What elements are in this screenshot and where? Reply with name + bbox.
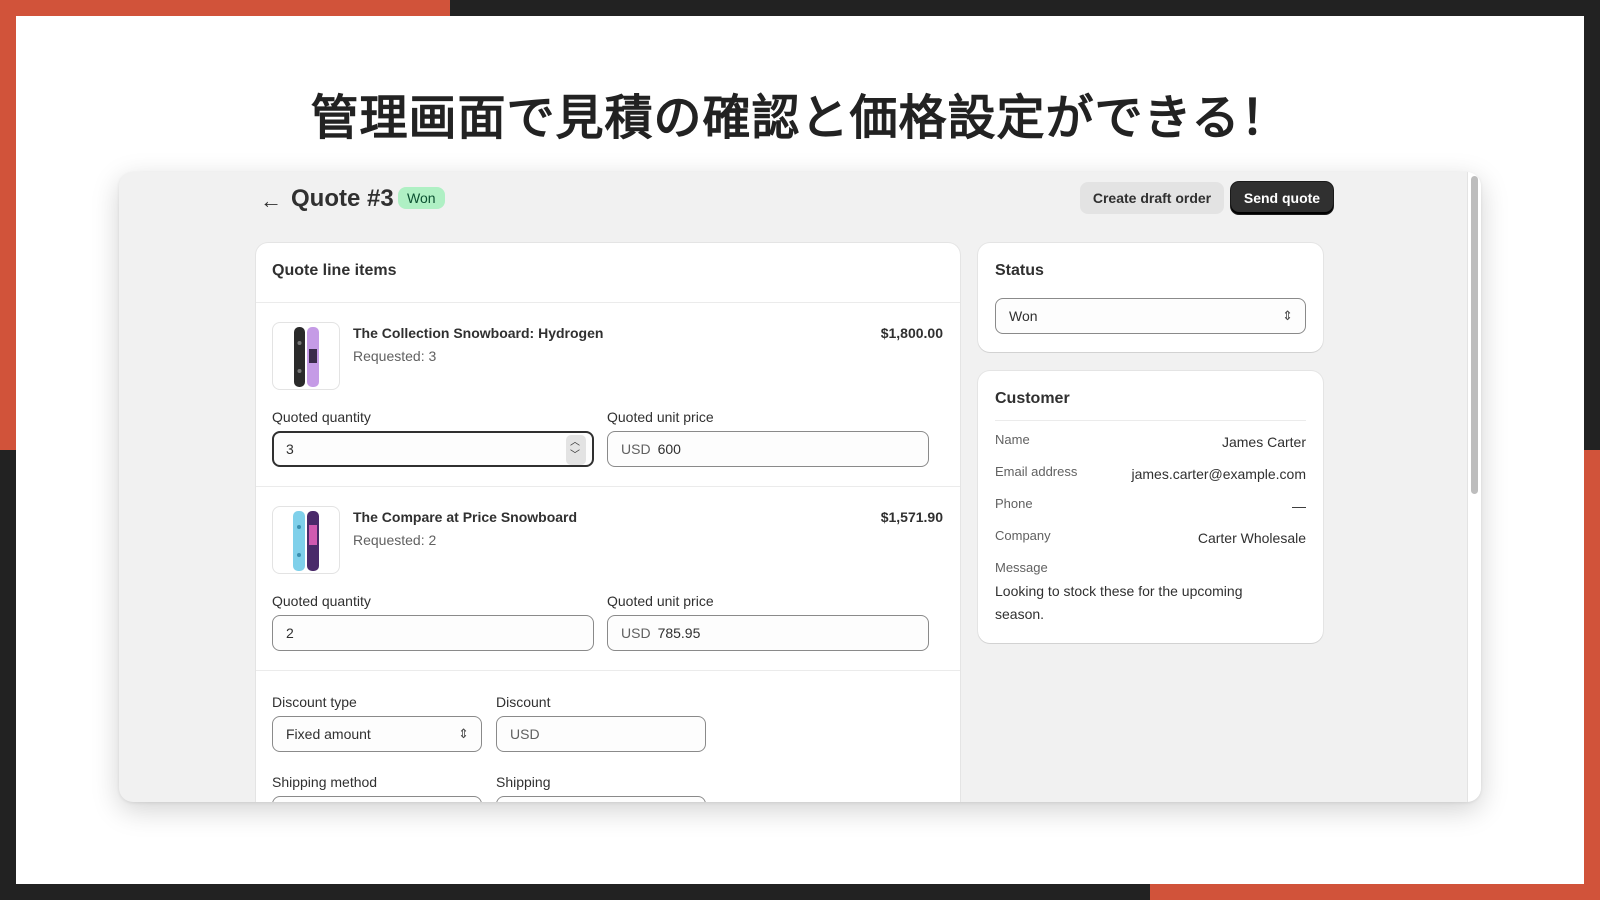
product-thumbnail[interactable] [272,322,340,390]
shipping-method-label: Shipping method [272,774,378,790]
shipping-label: Shipping [496,774,551,790]
divider [256,486,960,487]
line-total: $1,571.90 [880,509,943,525]
customer-email[interactable]: james.carter@example.com [1132,466,1307,482]
discount-input[interactable]: USD [496,716,706,752]
quoted-unit-price-input[interactable]: USD 785.95 [607,615,929,651]
quoted-quantity-input[interactable]: 3 ︿ ﹀ [272,431,594,467]
customer-email-label: Email address [995,464,1078,479]
status-badge: Won [398,187,445,209]
customer-message-label: Message [995,560,1048,575]
quoted-quantity-label: Quoted quantity [272,593,371,609]
quoted-unit-price-input[interactable]: USD 600 [607,431,929,467]
status-select-value: Won [1009,308,1038,324]
quoted-unit-price-label: Quoted unit price [607,593,714,609]
chevron-down-icon[interactable]: ﹀ [570,451,580,461]
scrollbar[interactable] [1467,172,1481,802]
customer-card: Customer Name James Carter Email address… [978,371,1323,643]
quoted-unit-price-label: Quoted unit price [607,409,714,425]
card-title: Status [995,262,1044,279]
slide-canvas: 管理画面で見積の確認と価格設定ができる！ ← Quote #3 Won Crea… [16,16,1584,884]
slide-headline: 管理画面で見積の確認と価格設定ができる！ [310,90,1290,146]
unit-price-value: 600 [657,441,681,457]
quantity-value: 2 [286,625,294,641]
divider [256,670,960,671]
product-name: The Compare at Price Snowboard [353,509,578,525]
currency-prefix: USD [621,625,651,641]
customer-phone-label: Phone [995,496,1033,511]
discount-placeholder: USD [510,726,540,742]
customer-message: Looking to stock these for the upcoming … [995,583,1243,622]
customer-company: Carter Wholesale [1197,530,1306,546]
discount-type-label: Discount type [272,694,357,710]
send-quote-button[interactable]: Send quote [1231,182,1333,214]
customer-name-label: Name [995,432,1030,447]
product-requested: Requested: 3 [353,348,437,364]
card-title: Quote line items [272,262,397,279]
customer-phone: — [1292,498,1306,514]
chevron-up-icon[interactable]: ︿ [570,438,580,448]
product-name: The Collection Snowboard: Hydrogen [353,325,604,341]
discount-type-select[interactable]: Fixed amount ⇕ [272,716,482,752]
select-chevron-icon: ⇕ [1282,308,1293,323]
page-header: ← Quote #3 Won Create draft order Send q… [260,182,1333,222]
card-title: Customer [995,390,1070,407]
divider [256,302,960,303]
quantity-value: 3 [286,441,294,457]
line-total: $1,800.00 [880,325,943,341]
unit-price-value: 785.95 [657,625,701,641]
currency-prefix: USD [621,441,651,457]
product-thumbnail[interactable] [272,506,340,574]
quantity-stepper[interactable]: ︿ ﹀ [566,435,586,465]
divider [995,420,1306,421]
arrow-left-icon[interactable]: ← [260,188,282,214]
shipping-method-select[interactable] [272,796,482,802]
shipping-input[interactable] [496,796,706,802]
discount-type-value: Fixed amount [286,726,371,742]
page-title: Quote #3 [291,185,394,212]
status-select[interactable]: Won ⇕ [995,298,1306,334]
create-draft-order-button[interactable]: Create draft order [1080,182,1224,214]
product-requested: Requested: 2 [353,532,437,548]
customer-name: James Carter [1221,434,1306,450]
status-card: Status Won ⇕ [978,243,1323,352]
customer-company-label: Company [995,528,1051,543]
select-chevron-icon: ⇕ [458,726,469,741]
scrollbar-thumb[interactable] [1471,176,1478,494]
discount-label: Discount [496,694,551,710]
quoted-quantity-input[interactable]: 2 [272,615,594,651]
quoted-quantity-label: Quoted quantity [272,409,371,425]
quote-line-items-card: Quote line items The Collection Snowboar… [256,243,960,802]
admin-window: ← Quote #3 Won Create draft order Send q… [119,172,1481,802]
